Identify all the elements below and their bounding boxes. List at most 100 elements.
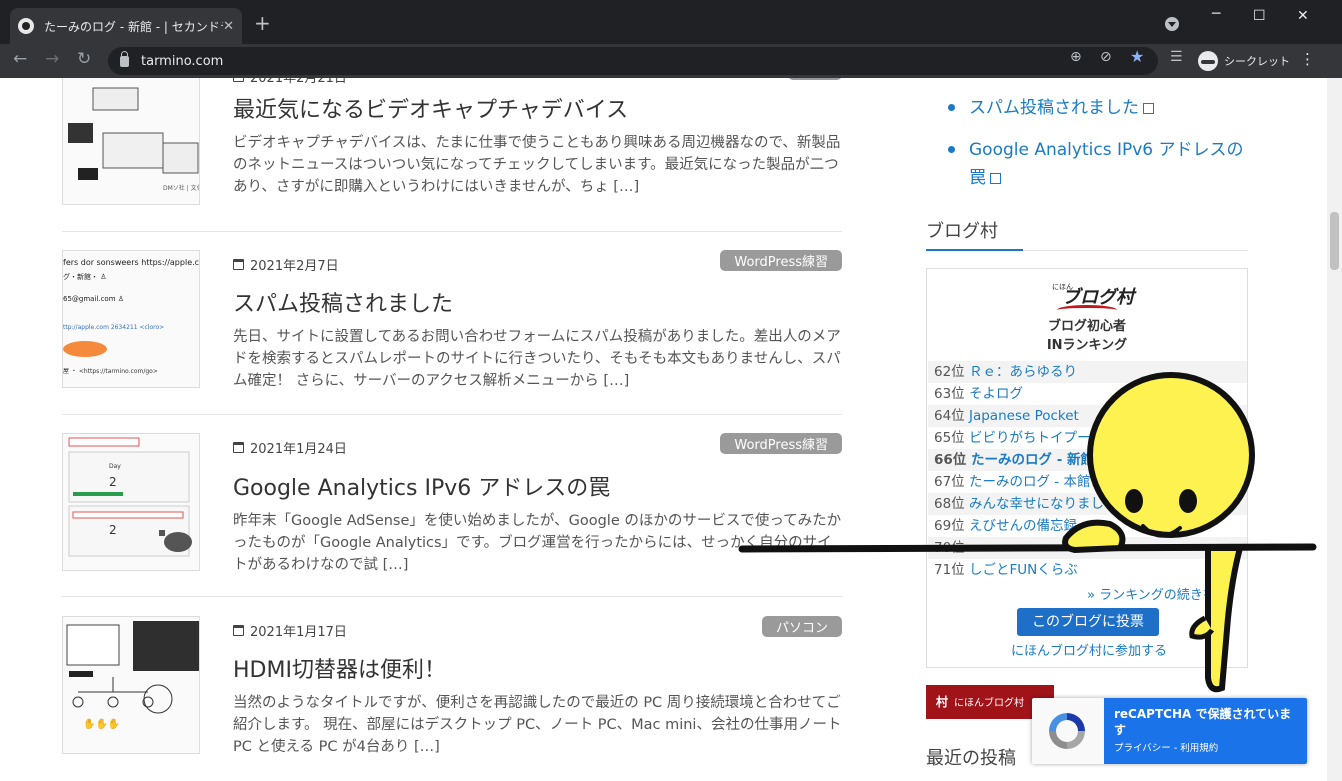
ranking-rank: 65位 — [934, 430, 965, 446]
post-thumbnail[interactable]: DMソ社 | 文化映像 — [62, 78, 200, 205]
post-excerpt: 昨年末「Google AdSense」を使い始めましたが、Google のほかの… — [233, 513, 842, 573]
ranking-row[interactable]: 63位 そよログ — [928, 383, 1247, 405]
scrollbar-thumb[interactable] — [1330, 212, 1339, 270]
ranking-title[interactable]: Ｒｅ：あらゆるり — [969, 364, 1077, 380]
post-title[interactable]: HDMI切替器は便利！ — [233, 652, 446, 684]
ranking-rank: 69位 — [934, 518, 965, 534]
incognito-label: シークレット — [1224, 55, 1290, 68]
tracking-blocked-icon[interactable]: ⊘ — [1100, 49, 1112, 65]
post-title[interactable]: スパム投稿されました — [233, 286, 453, 318]
incognito-indicator[interactable]: シークレット — [1198, 49, 1290, 73]
address-bar[interactable]: tarmino.com — [108, 47, 1158, 75]
ranking-row[interactable]: 62位 Ｒｅ：あらゆるり — [928, 361, 1247, 383]
svg-text:Day: Day — [109, 463, 121, 470]
new-tab-button[interactable]: + — [254, 13, 271, 33]
svg-text:屋 ・ <https://tarmino.com/go>: 屋 ・ <https://tarmino.com/go> — [63, 368, 158, 375]
bookmark-star-icon[interactable]: ★ — [1130, 47, 1144, 66]
post-excerpt: 当然のようなタイトルですが、便利さを再認識したので最近の PC 周り接続環境と合… — [233, 695, 842, 755]
tab-close-icon[interactable]: ✕ — [223, 19, 234, 34]
ranking-row[interactable]: 65位 ビビりがちトイプードル・ — [928, 427, 1247, 449]
ranking-rank: 70位 — [934, 540, 965, 556]
recaptcha-panel: reCAPTCHA で保護されています プライバシー - 利用規約 — [1104, 698, 1307, 764]
incognito-icon — [1198, 51, 1218, 71]
post-title[interactable]: 最近気になるビデオキャプチャデバイス — [233, 92, 628, 124]
reload-icon[interactable]: ↻ — [77, 49, 91, 69]
thumbnail-image: fers dor sonsweers https://apple.com グ・新… — [63, 258, 199, 375]
blogmura-banner-text[interactable]: にほんブログ村 — [954, 698, 1024, 709]
svg-text:65@gmail.com ♙: 65@gmail.com ♙ — [63, 295, 124, 303]
close-window-icon[interactable]: ✕ — [1297, 8, 1309, 24]
site-favicon-icon — [18, 18, 34, 34]
ranking-row[interactable]: 68位 みんな幸せになりまし — [928, 493, 1247, 515]
blogmura-widget-title: ブログ村 — [926, 221, 998, 242]
ranking-title[interactable]: みんな幸せになりまし — [969, 496, 1104, 512]
ranking-row[interactable]: 71位 しごとFUNくらぶ — [928, 559, 1247, 581]
post-date-text: 2021年2月21日 — [250, 78, 347, 86]
recent-post-link-text[interactable]: Google Analytics IPv6 アドレスの罠 — [969, 140, 1244, 188]
calendar-icon — [233, 625, 244, 636]
svg-text:DMソ社 | 文化映像: DMソ社 | 文化映像 — [163, 184, 200, 192]
join-blogmura-link[interactable]: にほんブログ村に参加する — [1011, 640, 1167, 659]
zoom-icon[interactable]: ⊕ — [1070, 49, 1082, 65]
recent-post-link[interactable]: スパム投稿されました — [948, 94, 1248, 122]
ranking-rank: 71位 — [934, 562, 965, 578]
post-excerpt: ビデオキャプチャデバイスは、たまに仕事で使うこともあり興味ある周辺機器なので、新… — [233, 135, 841, 195]
ranking-row-current[interactable]: 66位 たーみのログ - 新館 - — [928, 449, 1247, 471]
thumbnail-image: ✋✋✋ — [66, 621, 199, 730]
external-link-icon — [1143, 102, 1154, 114]
post-thumbnail[interactable]: Day 2 2 — [62, 433, 200, 571]
calendar-icon — [233, 78, 244, 82]
post-date: 2021年1月17日 — [233, 621, 347, 640]
post-category[interactable]: パソコン — [761, 616, 842, 637]
svg-text:ttp://apple.com 2634211 <cloro: ttp://apple.com 2634211 <cloro> — [63, 324, 164, 331]
menu-dots-icon[interactable]: ⋮ — [1300, 50, 1315, 68]
page-scrollbar[interactable] — [1327, 78, 1342, 781]
ranking-title[interactable]: えびせんの備忘録 — [969, 518, 1077, 534]
url-text[interactable]: tarmino.com — [141, 54, 223, 69]
post-item: ✋✋✋ 2021年1月17日 パソコン HDMI切替器は便利！ 当然のようなタイ… — [62, 616, 842, 766]
ranking-row[interactable]: 67位 たーみのログ - 本館 - — [928, 471, 1247, 493]
recaptcha-badge[interactable]: reCAPTCHA で保護されています プライバシー - 利用規約 — [1032, 698, 1307, 764]
ranking-row[interactable]: 64位 Japanese Pocket — [928, 405, 1247, 427]
lock-icon[interactable] — [120, 50, 129, 67]
post-title[interactable]: Google Analytics IPv6 アドレスの罠 — [233, 470, 610, 502]
ranking-row[interactable]: 69位 えびせんの備忘録 — [928, 515, 1247, 537]
minimize-icon[interactable]: ─ — [1212, 6, 1220, 22]
tab-search-icon[interactable] — [1165, 17, 1179, 31]
post-thumbnail[interactable]: ✋✋✋ — [62, 616, 200, 754]
ranking-title[interactable]: しごとFUNくらぶ — [969, 562, 1078, 578]
ranking-title[interactable]: そよログ — [969, 386, 1023, 402]
vote-button[interactable]: このブログに投票 — [1017, 608, 1159, 636]
recaptcha-logo-icon — [1049, 713, 1085, 749]
recaptcha-links[interactable]: プライバシー - 利用規約 — [1114, 740, 1297, 754]
maximize-icon[interactable]: ☐ — [1253, 8, 1266, 24]
ranking-title[interactable]: たーみのログ - 新館 - — [971, 452, 1104, 468]
ranking-rank: 64位 — [934, 408, 965, 424]
post-date: 2021年2月7日 — [233, 255, 339, 274]
forward-icon[interactable]: → — [45, 49, 59, 69]
browser-tab[interactable]: たーみのログ - 新館 - | セカンドライフ ✕ — [10, 8, 242, 44]
post-item: DMソ社 | 文化映像 2021年2月21日 動画 最近気になるビデオキャプチャ… — [62, 78, 842, 217]
ranking-more-link[interactable]: » ランキングの続きを — [1087, 584, 1216, 603]
ranking-heading-line2: INランキング — [1046, 338, 1128, 353]
post-divider — [62, 414, 842, 415]
post-thumbnail[interactable]: fers dor sonsweers https://apple.com グ・新… — [62, 250, 200, 388]
post-item: fers dor sonsweers https://apple.com グ・新… — [62, 250, 842, 400]
post-category[interactable]: 動画 — [787, 78, 842, 80]
post-excerpt: 先日、サイトに設置してあるお問い合わせフォームにスパム投稿がありました。差出人の… — [233, 329, 841, 389]
recent-post-link[interactable]: Google Analytics IPv6 アドレスの罠 — [948, 136, 1248, 192]
ranking-title[interactable]: ビビりがちトイプードル・ — [969, 430, 1131, 446]
back-icon[interactable]: ← — [13, 49, 27, 69]
ranking-title[interactable]: たーみのログ - 本館 - — [969, 474, 1100, 490]
recent-post-link-text[interactable]: スパム投稿されました — [969, 98, 1139, 118]
ranking-title[interactable]: Japanese Pocket — [969, 408, 1079, 424]
svg-text:グ・新館・ ♙: グ・新館・ ♙ — [63, 272, 107, 281]
post-category[interactable]: WordPress練習 — [720, 250, 842, 271]
ranking-rank: 67位 — [934, 474, 965, 490]
svg-text:2: 2 — [109, 475, 117, 489]
post-item: Day 2 2 2021年1月24日 WordPress練習 Google An… — [62, 433, 842, 583]
post-date-text: 2021年1月17日 — [250, 625, 347, 640]
ranking-row[interactable]: 70位 — [928, 537, 1247, 559]
post-category[interactable]: WordPress練習 — [720, 433, 842, 454]
reading-list-icon[interactable]: ☰ — [1170, 49, 1183, 65]
